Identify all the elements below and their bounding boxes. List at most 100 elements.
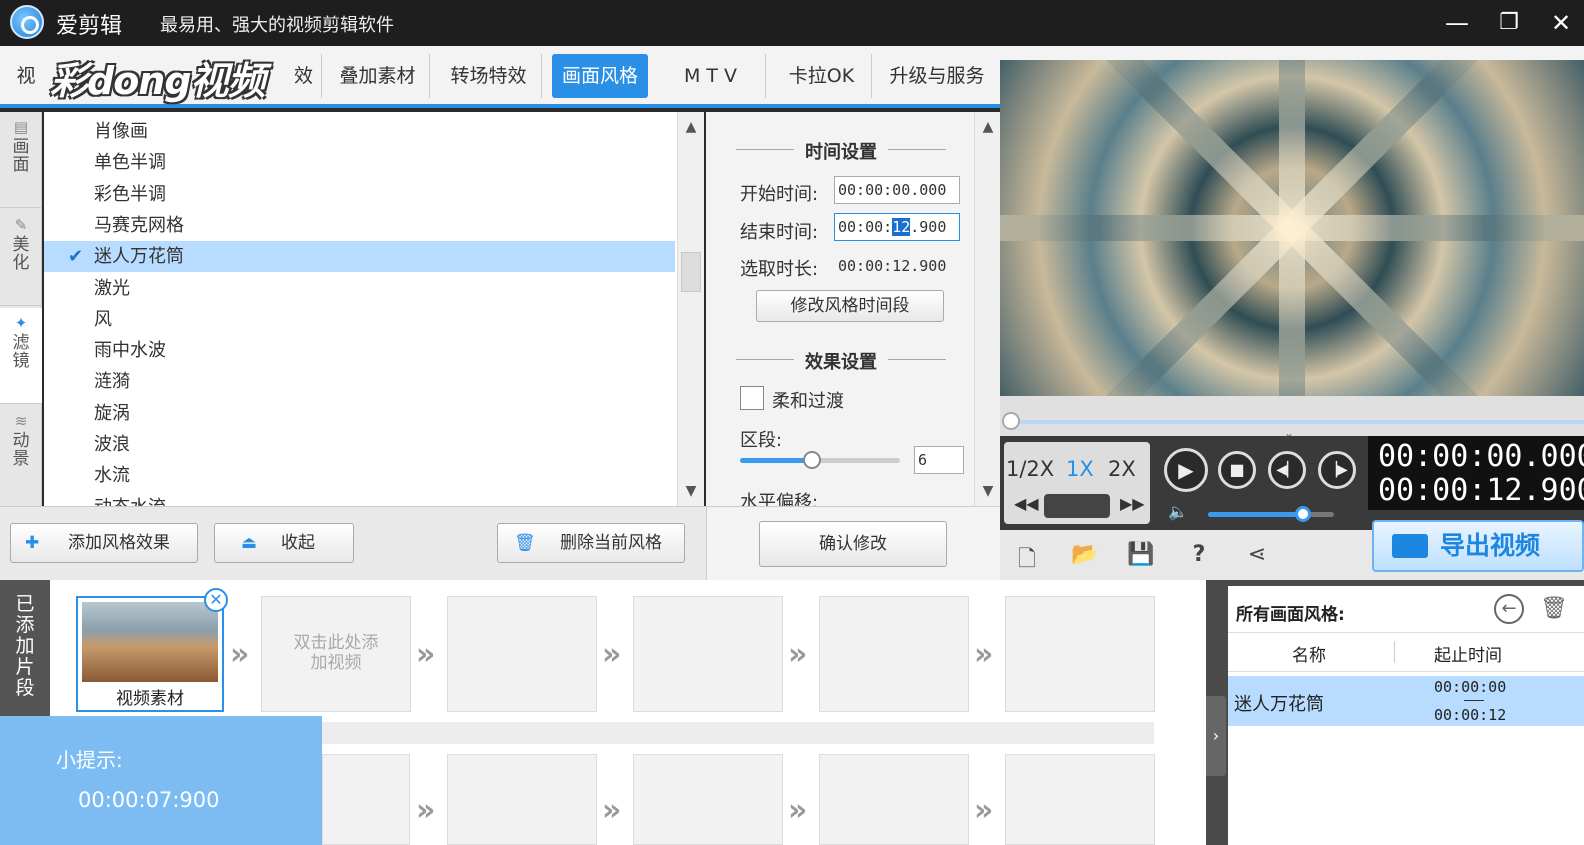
style-list-item[interactable]: 马赛克网格: [44, 210, 675, 241]
style-list-item[interactable]: ✔ 迷人万花筒: [44, 241, 675, 273]
style-item-label: 波浪: [94, 434, 130, 455]
style-list-item[interactable]: 波浪: [44, 429, 675, 460]
tab-overlay[interactable]: 叠加素材: [326, 54, 430, 98]
end-time-prefix: 00:00:: [838, 218, 893, 236]
back-icon[interactable]: ←: [1494, 594, 1524, 624]
section-input[interactable]: 6: [914, 446, 964, 474]
collapse-button[interactable]: ⏏ 收起: [214, 523, 354, 563]
collapse-label: 收起: [281, 533, 315, 553]
style-item-label: 迷人万花筒: [94, 246, 184, 268]
next-frame-button[interactable]: ▕▶: [1318, 451, 1356, 489]
sidetab-label: 镜: [12, 351, 30, 371]
sidetab-picture[interactable]: ▤ 画 面: [0, 112, 42, 208]
style-list: 肖像画单色半调彩色半调马赛克网格 ✔ 迷人万花筒激光风雨中水波涟漪旋涡波浪水流动态水…: [44, 112, 677, 506]
start-time-input[interactable]: 00:00:00.000: [834, 176, 960, 204]
share-icon[interactable]: ⋖: [1242, 542, 1272, 570]
scroll-up-icon[interactable]: ▲: [678, 114, 704, 140]
style-list-item[interactable]: 单色半调: [44, 147, 675, 178]
added-clips-label-text: 已添加片段: [15, 593, 35, 699]
play-button[interactable]: ▶: [1164, 448, 1208, 492]
empty-clip-slot[interactable]: [322, 754, 410, 845]
empty-clip-slot[interactable]: [633, 754, 783, 845]
add-video-hint: 双击此处添加视频: [293, 633, 379, 673]
speed-2x[interactable]: 2X: [1108, 448, 1136, 490]
delete-style-button[interactable]: 🗑 删除当前风格: [497, 523, 685, 563]
tab-karaoke[interactable]: 卡拉OK: [772, 54, 872, 98]
style-item-label: 动态水流: [94, 497, 166, 506]
style-list-item[interactable]: 风: [44, 304, 675, 335]
volume-icon[interactable]: 🔈: [1168, 502, 1188, 521]
empty-clip-slot[interactable]: [1005, 754, 1155, 845]
empty-clip-slot[interactable]: [1005, 596, 1155, 712]
end-time-input[interactable]: 00:00:12.900: [834, 213, 960, 241]
empty-clip-slot[interactable]: [819, 596, 969, 712]
empty-clip-slot[interactable]: 双击此处添加视频: [261, 596, 411, 712]
style-list-item[interactable]: 涟漪: [44, 366, 675, 397]
hint-box: 小提示: 00:00:07:900: [0, 716, 322, 845]
style-item-label: 水流: [94, 465, 130, 487]
remove-clip-icon[interactable]: ✕: [204, 588, 228, 612]
open-folder-icon[interactable]: 📂: [1070, 542, 1100, 570]
settings-scrollbar[interactable]: ▲ ▼: [974, 112, 1000, 506]
style-list-item[interactable]: 肖像画: [44, 116, 675, 147]
speed-1x[interactable]: 1X: [1066, 448, 1094, 490]
rewind-icon[interactable]: ◀◀: [1014, 494, 1039, 513]
style-list-item[interactable]: 激光: [44, 273, 675, 304]
style-list-item[interactable]: 雨中水波: [44, 335, 675, 366]
progress-knob[interactable]: [1002, 412, 1020, 430]
export-video-button[interactable]: 导出视频: [1372, 520, 1584, 572]
empty-clip-slot[interactable]: [633, 596, 783, 712]
progress-track[interactable]: [1008, 420, 1584, 424]
table-row[interactable]: 迷人万花筒 00:00:00 00:00:12: [1228, 676, 1584, 726]
tab-upgrade[interactable]: 升级与服务: [880, 54, 994, 98]
new-file-icon[interactable]: 🗋: [1012, 542, 1042, 572]
time-dash: [1464, 700, 1484, 701]
end-time-label: 结束时间:: [740, 222, 819, 243]
section-slider-knob[interactable]: [803, 451, 821, 469]
scroll-down-icon[interactable]: ▼: [975, 478, 1001, 504]
video-preview[interactable]: [1000, 60, 1584, 396]
style-list-item[interactable]: 动态水流: [44, 492, 675, 506]
scroll-up-icon[interactable]: ▲: [975, 114, 1001, 140]
confirm-button[interactable]: 确认修改: [759, 521, 947, 567]
tab-video[interactable]: 视: [12, 54, 40, 98]
empty-clip-slot[interactable]: [447, 754, 597, 845]
volume-slider[interactable]: [1208, 506, 1334, 522]
volume-knob[interactable]: [1294, 506, 1311, 522]
close-button[interactable]: ✕: [1544, 6, 1578, 40]
add-style-button[interactable]: ✚ 添加风格效果: [10, 523, 198, 563]
speed-half[interactable]: 1/2X: [1006, 448, 1054, 490]
help-icon[interactable]: ?: [1184, 542, 1214, 570]
sidetab-filter[interactable]: ✦ 滤 镜: [0, 308, 42, 404]
chevron-right-icon: »: [602, 637, 621, 672]
stop-button[interactable]: ■: [1218, 451, 1256, 489]
style-list-item[interactable]: 旋涡: [44, 398, 675, 429]
style-list-item[interactable]: 水流: [44, 460, 675, 491]
tab-transition[interactable]: 转场特效: [436, 54, 542, 98]
style-list-scrollbar[interactable]: ▲ ▼: [677, 112, 704, 506]
save-icon[interactable]: 💾: [1126, 542, 1156, 570]
empty-clip-slot[interactable]: [819, 754, 969, 845]
tab-effects[interactable]: 效: [286, 54, 322, 98]
tab-style[interactable]: 画面风格: [552, 54, 648, 98]
sidetab-label: 景: [12, 449, 30, 469]
jog-wheel[interactable]: [1044, 494, 1110, 518]
scroll-thumb[interactable]: [681, 252, 701, 292]
trash-icon[interactable]: 🗑: [1540, 596, 1568, 621]
chevron-right-icon: »: [788, 637, 807, 672]
style-list-item[interactable]: 彩色半调: [44, 179, 675, 210]
maximize-button[interactable]: ❐: [1492, 6, 1526, 40]
modify-time-button[interactable]: 修改风格时间段: [756, 290, 944, 322]
empty-clip-slot[interactable]: [447, 596, 597, 712]
scroll-down-icon[interactable]: ▼: [678, 478, 704, 504]
sidetab-beautify[interactable]: ✎ 美 化: [0, 210, 42, 306]
tab-mtv[interactable]: M T V: [656, 54, 766, 98]
video-clip[interactable]: 视频素材: [76, 596, 224, 712]
smooth-checkbox[interactable]: [740, 386, 764, 410]
prev-frame-button[interactable]: ◀▏: [1268, 451, 1306, 489]
panel-toggle-icon[interactable]: ›: [1206, 696, 1226, 776]
minimize-button[interactable]: —: [1440, 6, 1474, 40]
sidetab-motion[interactable]: ≋ 动 景: [0, 406, 42, 502]
fast-forward-icon[interactable]: ▶▶: [1120, 494, 1145, 513]
section-slider[interactable]: [740, 451, 900, 469]
